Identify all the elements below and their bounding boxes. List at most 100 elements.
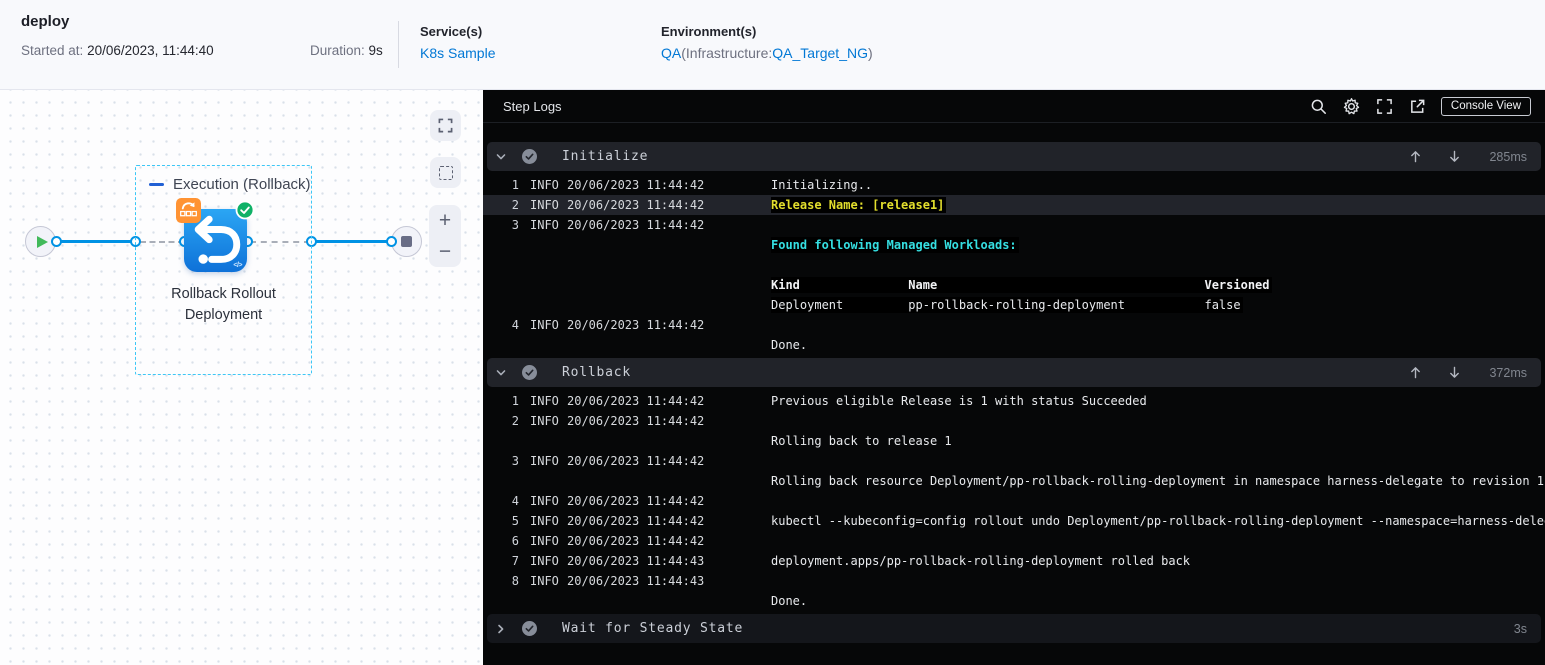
- edge-group-to-end: [312, 240, 394, 243]
- log-search-button[interactable]: [1306, 94, 1332, 118]
- section-header-rollback[interactable]: Rollback 372ms: [487, 358, 1541, 387]
- section-body-initialize: 1 INFO 20/06/2023 11:44:42 Initializing.. 2 I…: [483, 171, 1545, 355]
- log-line[interactable]: 3 INFO 20/06/2023 11:44:42: [483, 215, 1545, 235]
- log-timestamp: 20/06/2023 11:44:42: [567, 218, 705, 232]
- log-maximize-button[interactable]: [1372, 94, 1398, 118]
- log-message: Done.: [771, 594, 808, 608]
- chevron-right-icon[interactable]: [495, 623, 507, 635]
- log-message: Rolling back to release 1: [771, 434, 952, 448]
- log-line[interactable]: 1 INFO 20/06/2023 11:44:42 Previous eligibl…: [483, 391, 1545, 411]
- log-section-initialize: Initialize 285ms 1 INFO 20/06/2023 11:44:42 I…: [483, 142, 1545, 358]
- section-header-wait-for-steady-state[interactable]: Wait for Steady State 3s: [487, 614, 1541, 643]
- log-line[interactable]: Found following Managed Workloads:: [483, 235, 1545, 255]
- canvas-select-button[interactable]: [430, 157, 461, 188]
- step-logs-title: Step Logs: [503, 98, 562, 114]
- step-logs-header: Step Logs Console View: [483, 90, 1545, 123]
- log-timestamp: 20/06/2023 11:44:42: [567, 178, 705, 192]
- play-icon: [36, 235, 48, 248]
- scroll-to-bottom-button[interactable]: [1448, 366, 1461, 379]
- log-line[interactable]: 2 INFO 20/06/2023 11:44:42 Release Name: [r…: [483, 195, 1545, 215]
- maximize-icon: [1377, 98, 1393, 114]
- log-timestamp: 20/06/2023 11:44:42: [567, 414, 705, 428]
- canvas-fullscreen-button[interactable]: [430, 110, 461, 141]
- log-level: INFO: [530, 534, 559, 548]
- rollback-step-node[interactable]: </>: [176, 198, 255, 272]
- line-number: 2: [511, 414, 519, 428]
- log-level: INFO: [530, 574, 559, 588]
- infrastructure-link[interactable]: QA_Target_NG: [772, 45, 868, 61]
- log-message: Previous eligible Release is 1 with stat…: [771, 394, 1147, 408]
- env-suffix: ): [867, 45, 873, 61]
- step-success-icon: [522, 621, 537, 636]
- edge-start-to-group: [58, 240, 137, 243]
- log-level: INFO: [530, 554, 559, 568]
- log-line[interactable]: 5 INFO 20/06/2023 11:44:42 kubectl --kubeco…: [483, 511, 1545, 531]
- log-level: INFO: [530, 454, 559, 468]
- section-header-initialize[interactable]: Initialize 285ms: [487, 142, 1541, 171]
- line-number: 8: [511, 574, 519, 588]
- console-view-button[interactable]: Console View: [1440, 96, 1531, 116]
- log-line[interactable]: 4 INFO 20/06/2023 11:44:42: [483, 315, 1545, 335]
- step-node-label: Rollback Rollout Deployment: [135, 284, 312, 326]
- section-duration: 3s: [1513, 621, 1527, 636]
- log-line[interactable]: Deployment pp-rollback-rolling-deploymen…: [483, 295, 1545, 315]
- group-label: Execution (Rollback): [173, 176, 311, 193]
- log-line[interactable]: 6 INFO 20/06/2023 11:44:42: [483, 531, 1545, 551]
- log-line[interactable]: Kind Name Versioned: [483, 275, 1545, 295]
- section-title: Rollback: [562, 365, 632, 380]
- log-line[interactable]: 8 INFO 20/06/2023 11:44:43: [483, 571, 1545, 591]
- step-success-icon: [522, 149, 537, 164]
- step-logs-panel: Step Logs Console View Initialize 285ms …: [483, 90, 1545, 665]
- log-line[interactable]: Rolling back to release 1: [483, 431, 1545, 451]
- gear-icon: [1344, 97, 1360, 114]
- scroll-to-top-button[interactable]: [1409, 150, 1422, 163]
- log-line[interactable]: 7 INFO 20/06/2023 11:44:43 deployment.apps/…: [483, 551, 1545, 571]
- line-number: 6: [511, 534, 519, 548]
- log-level: INFO: [530, 198, 559, 212]
- log-line[interactable]: 2 INFO 20/06/2023 11:44:42: [483, 411, 1545, 431]
- duration-label: Duration:: [310, 43, 365, 58]
- line-number: 4: [511, 318, 519, 332]
- port: [51, 236, 62, 247]
- zoom-out-button[interactable]: −: [439, 241, 451, 262]
- log-timestamp: 20/06/2023 11:44:42: [567, 494, 705, 508]
- log-line[interactable]: 1 INFO 20/06/2023 11:44:42 Initializing..: [483, 175, 1545, 195]
- line-number: 7: [511, 554, 519, 568]
- log-line[interactable]: [483, 255, 1545, 275]
- code-glyph: </>: [233, 262, 242, 269]
- section-body-rollback: 1 INFO 20/06/2023 11:44:42 Previous eligibl…: [483, 387, 1545, 611]
- log-line[interactable]: Done.: [483, 335, 1545, 355]
- collapse-dash-icon[interactable]: [149, 182, 164, 187]
- pipeline-canvas[interactable]: Execution (Rollback) </> Rollback Rollou…: [0, 90, 483, 665]
- log-level: INFO: [530, 178, 559, 192]
- log-timestamp: 20/06/2023 11:44:43: [567, 554, 705, 568]
- duration: Duration: 9s: [310, 43, 383, 58]
- line-number: 2: [511, 198, 519, 212]
- stop-icon: [401, 236, 412, 247]
- environment-link[interactable]: QA: [661, 45, 681, 61]
- scroll-to-top-button[interactable]: [1409, 366, 1422, 379]
- log-line[interactable]: 3 INFO 20/06/2023 11:44:42: [483, 451, 1545, 471]
- log-message: Rolling back resource Deployment/pp-roll…: [771, 474, 1545, 488]
- chevron-down-icon[interactable]: [495, 151, 507, 163]
- environments-block: Environment(s) QA(Infrastructure:QA_Targ…: [661, 24, 873, 61]
- log-line[interactable]: Done.: [483, 591, 1545, 611]
- log-section-wait-for-steady-state: Wait for Steady State 3s: [483, 614, 1545, 645]
- log-line[interactable]: Rolling back resource Deployment/pp-roll…: [483, 471, 1545, 491]
- scroll-to-bottom-button[interactable]: [1448, 150, 1461, 163]
- log-message: deployment.apps/pp-rollback-rolling-depl…: [771, 554, 1191, 568]
- line-number: 1: [511, 178, 519, 192]
- log-settings-button[interactable]: [1339, 94, 1365, 118]
- log-timestamp: 20/06/2023 11:44:42: [567, 394, 705, 408]
- log-message: Release Name: [release1]: [771, 197, 947, 213]
- zoom-in-button[interactable]: +: [439, 210, 451, 231]
- line-number: 5: [511, 514, 519, 528]
- log-line[interactable]: 4 INFO 20/06/2023 11:44:42: [483, 491, 1545, 511]
- section-title: Wait for Steady State: [562, 621, 744, 636]
- chevron-down-icon[interactable]: [495, 367, 507, 379]
- log-timestamp: 20/06/2023 11:44:42: [567, 318, 705, 332]
- open-in-new-icon: [1411, 99, 1425, 113]
- services-label: Service(s): [420, 24, 483, 39]
- service-link[interactable]: K8s Sample: [420, 45, 495, 61]
- log-open-in-new-button[interactable]: [1405, 94, 1431, 118]
